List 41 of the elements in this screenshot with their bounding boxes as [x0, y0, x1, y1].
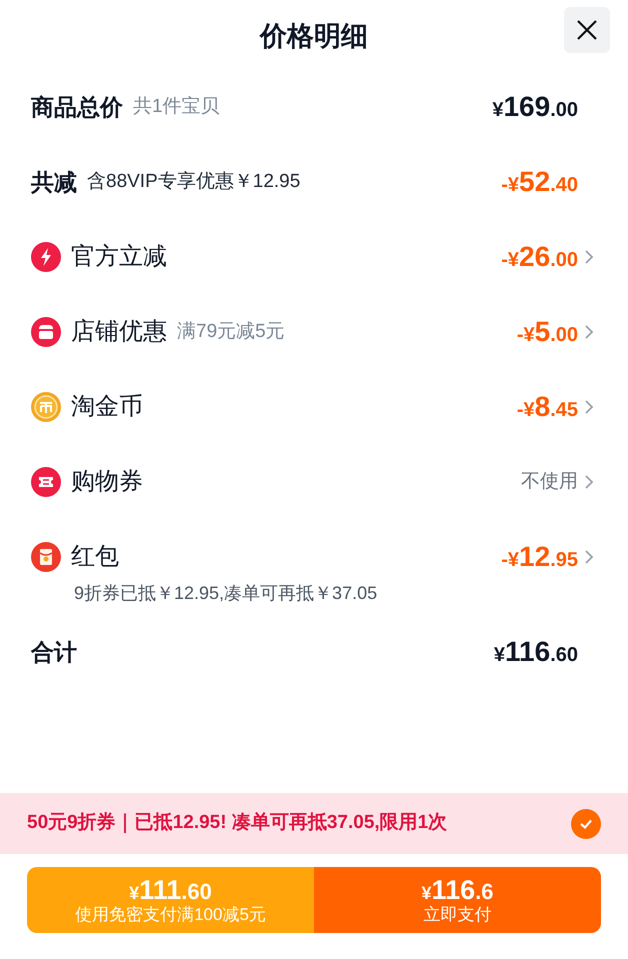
row-note: 共1件宝贝	[133, 94, 220, 119]
price-text: -¥5.00	[516, 315, 578, 349]
chevron-right-icon	[584, 249, 594, 265]
chevron-right-icon	[584, 399, 594, 415]
price-text: ¥169.00	[492, 90, 578, 124]
row-label: 合计	[31, 638, 77, 667]
price-text: -¥8.45	[516, 390, 578, 424]
row-label: 店铺优惠	[71, 317, 167, 347]
button-label: 使用免密支付满100减5元	[75, 906, 266, 924]
checkbox[interactable]	[571, 808, 601, 838]
row-note: 含88VIP专享优惠￥12.95	[87, 170, 300, 194]
row-detail: 9折券已抵￥12.95,凑单可再抵￥37.05	[74, 582, 378, 605]
dialog-title: 价格明细	[260, 20, 368, 53]
close-button[interactable]	[564, 7, 610, 53]
row-label: 红包	[71, 542, 119, 572]
row-note: 满79元减5元	[177, 320, 285, 344]
row-label: 淘金币	[71, 392, 143, 422]
row-label: 商品总价	[31, 92, 123, 122]
price-text: -¥12.95	[501, 540, 578, 574]
pay-now-button[interactable]: ¥116.6 立即支付	[314, 867, 601, 933]
row-value[interactable]: 不使用	[521, 468, 578, 496]
button-price: ¥116.6	[422, 876, 494, 906]
price-text: ¥116.60	[494, 635, 578, 669]
price-text: -¥26.00	[501, 240, 578, 274]
chevron-right-icon	[584, 324, 594, 340]
chevron-right-icon	[584, 474, 594, 490]
envelope-icon	[31, 542, 61, 572]
row-label: 购物券	[71, 467, 143, 497]
row-label: 共减	[31, 168, 77, 197]
coin-icon	[31, 392, 61, 422]
button-price: ¥111.60	[129, 876, 212, 906]
lightning-icon	[31, 242, 61, 272]
close-icon	[576, 19, 598, 41]
shop-icon	[31, 317, 61, 347]
chevron-right-icon	[584, 549, 594, 565]
price-text: -¥52.40	[501, 165, 578, 199]
password-free-pay-button[interactable]: ¥111.60 使用免密支付满100减5元	[27, 867, 314, 933]
banner-text: 50元9折券｜已抵12.95! 凑单可再抵37.05,限用1次	[27, 811, 448, 836]
ticket-icon	[31, 467, 61, 497]
row-label: 官方立减	[71, 242, 167, 272]
button-label: 立即支付	[424, 906, 492, 924]
